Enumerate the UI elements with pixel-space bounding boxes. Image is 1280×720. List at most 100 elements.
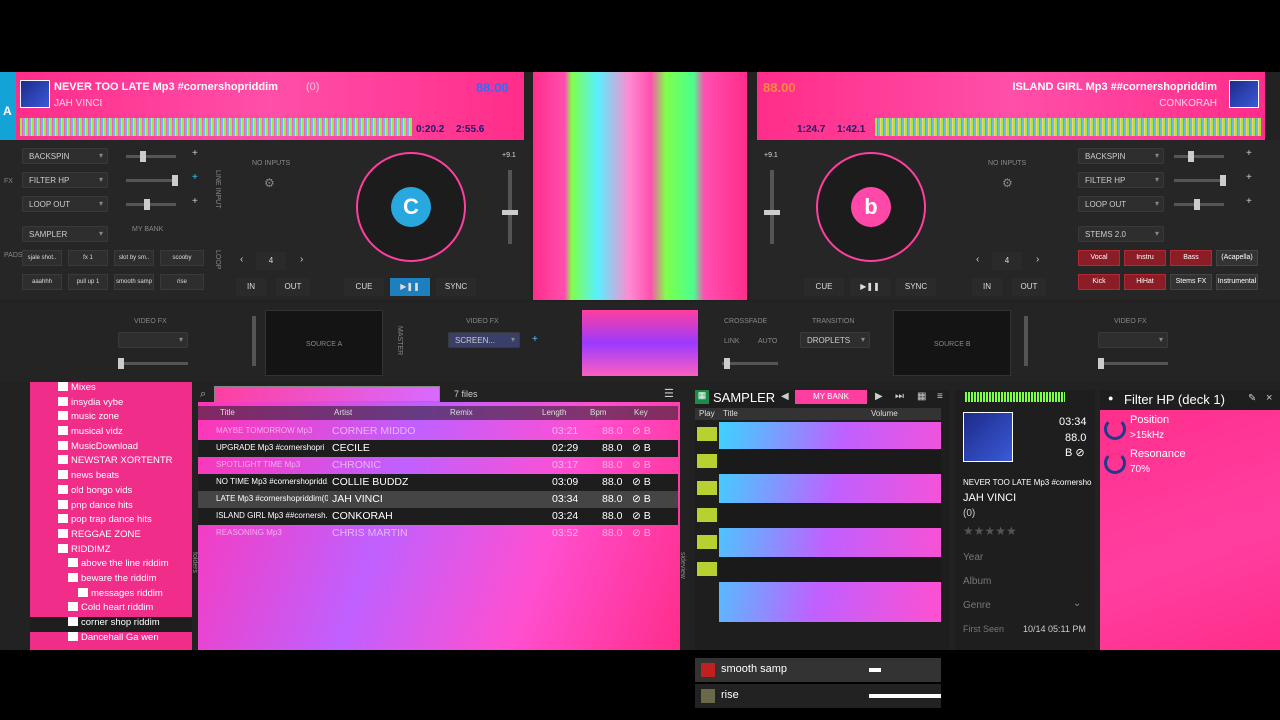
deck-a-fx-slider-1[interactable] — [126, 151, 176, 162]
deck-a-loop-size[interactable]: 4 — [256, 252, 286, 270]
deck-b-loop-next-icon[interactable]: › — [1036, 254, 1039, 265]
deck-a-waveform[interactable] — [20, 118, 412, 136]
tree-item[interactable]: REGGAE ZONE — [30, 528, 192, 544]
tree-item[interactable]: Dancehall Ga wen — [30, 631, 192, 647]
tree-item[interactable]: musical vidz — [30, 426, 192, 441]
deck-b-play-button[interactable]: ▶❚❚ — [850, 278, 890, 296]
sampler-slot-1[interactable] — [697, 427, 717, 441]
sampler-bank-select[interactable]: MY BANK — [795, 390, 867, 404]
deck-b-fx-slider-2[interactable] — [1174, 175, 1226, 186]
deck-a-pads-mode[interactable]: SAMPLER — [22, 226, 108, 242]
deck-b-sync-button[interactable]: SYNC — [896, 278, 936, 296]
volume-bar[interactable] — [869, 668, 881, 672]
deck-b-jog-wheel[interactable]: b — [816, 152, 926, 262]
tree-item[interactable]: NEWSTAR XORTENTR — [30, 455, 192, 470]
deck-a-jog-wheel[interactable]: C — [356, 152, 466, 262]
video-fx-left-select[interactable] — [118, 332, 188, 348]
stem-acapella[interactable]: (Acapella) — [1216, 250, 1258, 266]
tree-item-selected[interactable]: corner shop riddim — [30, 617, 192, 632]
deck-b-loop-size[interactable]: 4 — [992, 252, 1022, 270]
pad-8[interactable]: rise — [160, 274, 204, 290]
deck-b-effect-2[interactable]: FILTER HP — [1078, 172, 1164, 188]
filter-pin-icon[interactable]: ✎ — [1248, 393, 1256, 404]
col-artist[interactable]: Artist — [334, 408, 352, 417]
deck-b-pitch-slider[interactable] — [764, 170, 780, 244]
deck-a-fx-add-3[interactable]: + — [192, 196, 198, 207]
deck-a-cue-button[interactable]: CUE — [344, 278, 384, 296]
list-view-icon[interactable]: ☰ — [664, 387, 674, 400]
deck-a-effect-3[interactable]: LOOP OUT — [22, 196, 108, 212]
sampler-bank-next-icon[interactable]: ▶ — [875, 391, 883, 402]
stem-instrumental[interactable]: Instrumental — [1216, 274, 1258, 290]
col-key[interactable]: Key — [634, 408, 648, 417]
deck-a-loop-prev-icon[interactable]: ‹ — [240, 254, 243, 265]
sampler-slot-4[interactable] — [697, 508, 717, 522]
stem-instru[interactable]: Instru — [1124, 250, 1166, 266]
deck-b-fx-add-3[interactable]: + — [1246, 196, 1252, 207]
sampler-item-rise[interactable]: rise — [695, 684, 941, 708]
filter-close-icon[interactable]: × — [1266, 392, 1272, 404]
col-length[interactable]: Length — [542, 408, 566, 417]
sampler-slot-2[interactable] — [697, 454, 717, 468]
video-level-right[interactable] — [1024, 316, 1028, 366]
deck-b-loop-prev-icon[interactable]: ‹ — [976, 254, 979, 265]
stem-hihat[interactable]: HiHat — [1124, 274, 1166, 290]
position-knob-icon[interactable] — [1104, 418, 1126, 440]
tree-item[interactable]: insydia vybe — [30, 396, 192, 412]
table-row[interactable]: NO TIME Mp3 #cornershopridd... COLLIE BUD… — [198, 474, 678, 491]
table-row-selected[interactable]: LATE Mp3 #cornershopriddim(0) JAH VINCI 03… — [198, 491, 678, 508]
deck-a-fx-add-2[interactable]: + — [192, 172, 198, 183]
center-waveform[interactable] — [533, 72, 747, 300]
volume-bar[interactable] — [869, 694, 941, 698]
master-video-preview[interactable] — [582, 310, 698, 376]
deck-b-fx-add-1[interactable]: + — [1246, 148, 1252, 159]
col-title[interactable]: Title — [220, 408, 235, 417]
deck-a-loop-next-icon[interactable]: › — [300, 254, 303, 265]
deck-a-out-button[interactable]: OUT — [276, 278, 310, 296]
deck-a-effect-2[interactable]: FILTER HP — [22, 172, 108, 188]
table-row[interactable]: ISLAND GIRL Mp3 ##cornersh... CONKORAH 03:… — [198, 508, 678, 525]
pad-2[interactable]: fx 1 — [68, 250, 108, 266]
pad-4[interactable]: scooby — [160, 250, 204, 266]
pad-6[interactable]: pull up 1 — [68, 274, 108, 290]
pad-7[interactable]: smooth samp — [114, 274, 154, 290]
deck-a-effect-1[interactable]: BACKSPIN — [22, 148, 108, 164]
transition-select[interactable]: DROPLETS — [800, 332, 870, 348]
tree-item[interactable]: old bongo vids — [30, 484, 192, 500]
deck-b-pads-mode[interactable]: STEMS 2.0 — [1078, 226, 1164, 242]
deck-b-cue-button[interactable]: CUE — [804, 278, 844, 296]
video-fx-left-slider[interactable] — [118, 358, 188, 369]
deck-a-fx-add-1[interactable]: + — [192, 148, 198, 159]
info-rating[interactable]: ★★★★★ — [963, 524, 1017, 538]
deck-a-fx-slider-3[interactable] — [126, 199, 176, 210]
deck-b-waveform[interactable] — [875, 118, 1261, 136]
tree-item[interactable]: news beats — [30, 470, 192, 485]
sampler-slot-3[interactable] — [697, 481, 717, 495]
sampler-slot-6[interactable] — [697, 562, 717, 576]
source-a-preview[interactable]: SOURCE A — [265, 310, 383, 376]
tree-item[interactable]: Mixes — [30, 382, 192, 397]
deck-a-in-button[interactable]: IN — [236, 278, 266, 296]
sampler-bank-prev-icon[interactable]: ◀ — [781, 391, 789, 402]
tree-item[interactable]: messages riddim — [30, 587, 192, 603]
auto-toggle[interactable]: AUTO — [758, 338, 777, 345]
sideview-tab[interactable]: sideview — [679, 552, 686, 579]
deck-a-fx-slider-2[interactable] — [126, 175, 178, 186]
source-b-preview[interactable]: SOURCE B — [893, 310, 1011, 376]
resonance-knob-icon[interactable] — [1104, 452, 1126, 474]
video-fx-screen-select[interactable]: SCREEN... — [448, 332, 520, 348]
table-row[interactable]: UPGRADE Mp3 #cornershopri CECILE 02:29 88.0… — [198, 440, 678, 457]
video-fx-right-select[interactable] — [1098, 332, 1168, 348]
folders-tab[interactable]: folders — [191, 552, 198, 573]
deck-b-effect-3[interactable]: LOOP OUT — [1078, 196, 1164, 212]
col-bpm[interactable]: Bpm — [590, 408, 606, 417]
search-icon[interactable]: ⌕ — [200, 388, 206, 401]
deck-b-effect-1[interactable]: BACKSPIN — [1078, 148, 1164, 164]
tree-item[interactable]: music zone — [30, 411, 192, 426]
stem-stems-fx[interactable]: Stems FX — [1170, 274, 1212, 290]
tree-item[interactable]: beware the riddim — [30, 572, 192, 588]
video-crossfader[interactable] — [722, 358, 778, 369]
pad-1[interactable]: sjale shot.. — [22, 250, 62, 266]
tree-item[interactable]: MusicDownload — [30, 440, 192, 456]
tree-item[interactable]: RIDDIMZ — [30, 543, 192, 559]
